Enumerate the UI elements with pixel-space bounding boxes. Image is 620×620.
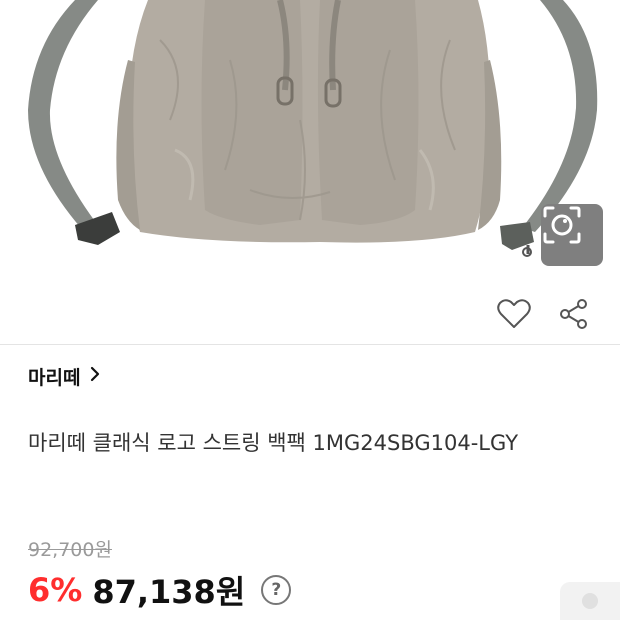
- section-divider: [0, 344, 620, 345]
- product-actions: [496, 294, 592, 334]
- price-row: 6% 87,138원 ?: [28, 568, 292, 612]
- question-icon[interactable]: ?: [261, 575, 292, 605]
- share-icon[interactable]: [556, 296, 592, 332]
- product-title: 마리떼 클래식 로고 스트링 백팩 1MG24SBG104-LGY: [28, 431, 519, 455]
- image-search-button[interactable]: [541, 204, 603, 266]
- heart-icon[interactable]: [496, 296, 532, 332]
- brand-name: 마리떼: [28, 366, 81, 389]
- backpack-photo: [28, 0, 598, 257]
- chevron-right-icon: [90, 365, 100, 387]
- floating-widget[interactable]: [560, 582, 620, 620]
- original-price: 92,700원: [28, 539, 112, 561]
- widget-icon: [582, 593, 598, 609]
- product-image[interactable]: [0, 0, 620, 290]
- discount-rate: 6%: [28, 571, 83, 609]
- brand-link[interactable]: 마리떼: [28, 361, 100, 391]
- sale-price: 87,138원: [92, 573, 246, 611]
